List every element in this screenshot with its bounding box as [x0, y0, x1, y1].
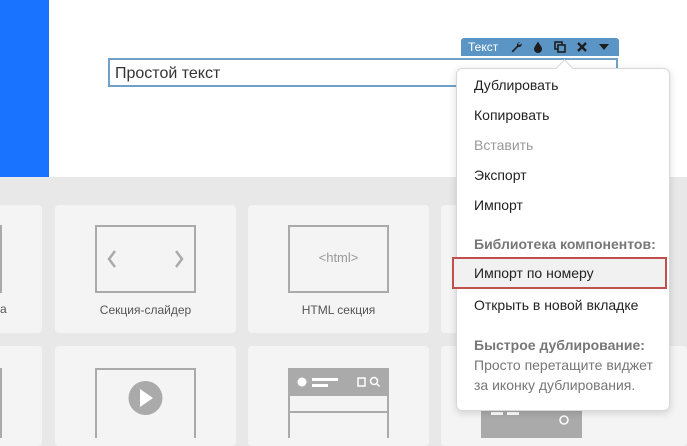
menu-item-open-new-tab[interactable]: Открыть в новой вкладке [474, 297, 638, 313]
menu-item-export[interactable]: Экспорт [474, 167, 527, 183]
card-partial-left[interactable]: а [0, 205, 42, 333]
card-slider-section[interactable]: Секция-слайдер [55, 205, 236, 333]
menu-item-paste: Вставить [474, 137, 534, 153]
html-icon-text: <html> [318, 250, 359, 265]
menu-item-copy[interactable]: Копировать [474, 107, 549, 123]
toolbar-label[interactable]: Текст [461, 40, 505, 54]
video-icon [95, 368, 196, 438]
quick-dup-header: Быстрое дублирование: [474, 337, 645, 353]
widget-toolbar: Текст [461, 38, 619, 56]
copy-icon[interactable] [549, 38, 571, 56]
drop-icon[interactable] [527, 38, 549, 56]
quick-dup-text-1: Просто перетащите виджет [474, 357, 653, 373]
slider-section-icon [95, 225, 196, 293]
wrench-icon[interactable] [505, 38, 527, 56]
card-video[interactable] [55, 346, 236, 446]
html-section-label: HTML секция [301, 303, 376, 317]
context-menu: Дублировать Копировать Вставить Экспорт … [452, 59, 670, 411]
blue-section[interactable] [0, 0, 49, 177]
card-html-section[interactable]: <html> HTML секция [248, 205, 429, 333]
browser-icon [288, 368, 389, 438]
widget-text: Простой текст [115, 65, 221, 82]
close-icon[interactable] [571, 38, 593, 56]
slider-section-label: Секция-слайдер [99, 303, 192, 317]
menu-item-duplicate[interactable]: Дублировать [474, 77, 558, 93]
quick-dup-text-2: за иконку дублирования. [474, 377, 636, 393]
menu-item-import[interactable]: Импорт [474, 197, 523, 213]
card-row2-left[interactable] [0, 346, 42, 446]
menu-item-import-by-number[interactable]: Импорт по номеру [474, 265, 594, 281]
chevron-down-icon[interactable] [593, 38, 615, 56]
library-header: Библиотека компонентов: [474, 236, 656, 252]
card-browser[interactable] [248, 346, 429, 446]
